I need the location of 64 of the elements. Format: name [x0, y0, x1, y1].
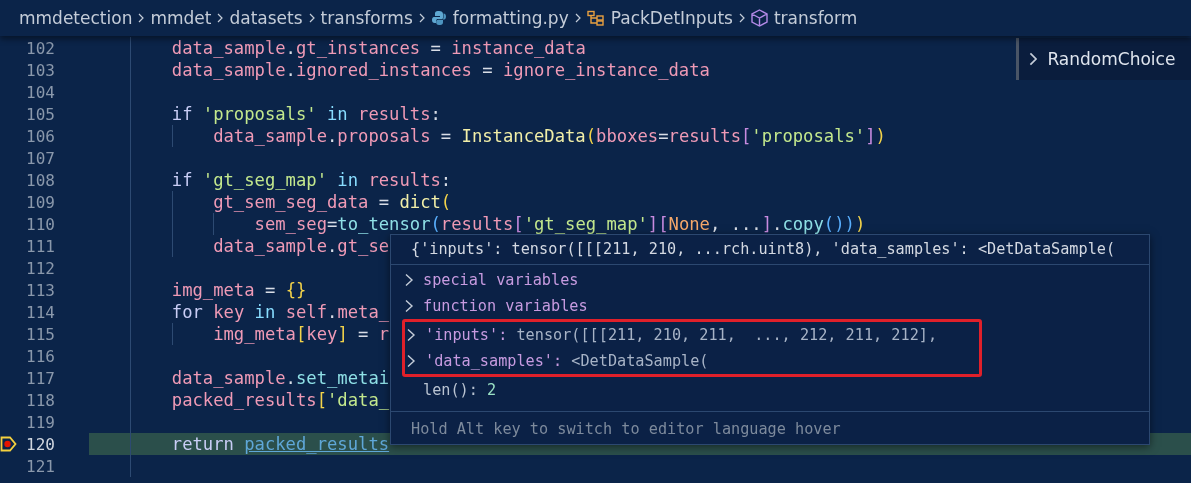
variable-group[interactable]: special variables	[403, 267, 1139, 293]
hover-hint: Hold Alt key to switch to editor language hover	[391, 411, 1149, 444]
line-number: 116	[25, 346, 55, 366]
hover-value: {'inputs': tensor([[[211, 210, ...rch.uint8), 'data_samples': <DetDataSample(	[391, 235, 1149, 265]
code-line: if 'proposals' in results:	[171, 104, 441, 124]
variable-group[interactable]: function variables	[403, 293, 1139, 319]
cube-icon	[750, 9, 768, 27]
code-line: data_sample.gt_se	[213, 236, 390, 256]
code-line: for key in self.meta_	[171, 302, 390, 322]
breadcrumb-item[interactable]: transform	[773, 8, 858, 28]
variable-row-text: len(): 2	[422, 380, 498, 401]
line-number: 102	[25, 38, 55, 58]
code-line: data_sample.proposals = InstanceData(bboxes=results['proposals'])	[213, 126, 886, 146]
line-number: 114	[25, 302, 55, 322]
line-number: 113	[25, 280, 55, 300]
line-number: 112	[25, 258, 55, 278]
code-line: data_sample.gt_instances = instance_data	[171, 38, 586, 58]
code-line: return packed_results	[171, 434, 390, 454]
line-number: 118	[25, 390, 55, 410]
breadcrumb-item[interactable]: mmdet	[150, 8, 212, 28]
code-line: data_sample.set_metai	[171, 368, 390, 388]
breadcrumb-item[interactable]: formatting.py	[452, 8, 569, 28]
chevron-right-icon	[405, 328, 417, 342]
chevron-right-icon	[574, 13, 581, 23]
code-line: if 'gt_seg_map' in results:	[171, 170, 452, 190]
chevron-right-icon	[403, 273, 415, 287]
code-line: gt_sem_seg_data = dict(	[213, 192, 452, 212]
chevron-right-icon	[418, 13, 425, 23]
chevron-right-icon	[138, 13, 145, 23]
variable-row[interactable]: 'inputs': tensor([[[211, 210, 211, ..., 212, 211, 212],	[405, 322, 979, 348]
chevron-right-icon	[738, 13, 745, 23]
line-number: 117	[25, 368, 55, 388]
chevron-right-icon	[405, 354, 417, 368]
sticky-scroll-header[interactable]: RandomChoice	[1016, 38, 1191, 80]
code-line: img_meta[key] = r	[213, 324, 390, 344]
breadcrumb-item[interactable]: mmdetection	[19, 8, 133, 28]
breadcrumb-item[interactable]: transforms	[320, 8, 413, 28]
python-icon	[430, 10, 447, 26]
variable-row[interactable]: 'data_samples': <DetDataSample(	[405, 348, 979, 374]
line-number: 111	[25, 236, 55, 256]
line-number: 119	[25, 412, 55, 432]
code-line: sem_seg=to_tensor(results['gt_seg_map'][None, ...].copy()))	[254, 214, 866, 234]
class-icon	[586, 10, 605, 26]
line-number: 108	[25, 170, 55, 190]
line-number: 109	[25, 192, 55, 212]
breadcrumb-item[interactable]: PackDetInputs	[610, 8, 733, 28]
line-number: 120	[25, 434, 55, 454]
line-number: 105	[25, 104, 55, 124]
chevron-right-icon	[1029, 52, 1038, 66]
code-line: data_sample.ignored_instances = ignore_instance_data	[171, 60, 710, 80]
line-number: 103	[25, 60, 55, 80]
line-number: 110	[25, 214, 55, 234]
breadcrumb-item[interactable]: datasets	[229, 8, 303, 28]
line-number: 121	[25, 456, 55, 476]
breakpoint-icon	[0, 436, 17, 452]
code-line: img_meta = {}	[171, 280, 307, 300]
chevron-right-icon	[217, 13, 224, 23]
code-line: packed_results['data_	[171, 390, 390, 410]
line-number: 107	[25, 148, 55, 168]
chevron-right-icon	[308, 13, 315, 23]
line-number: 106	[25, 126, 55, 146]
line-number: 104	[25, 82, 55, 102]
chevron-right-icon	[403, 299, 415, 313]
line-number: 115	[25, 324, 55, 344]
